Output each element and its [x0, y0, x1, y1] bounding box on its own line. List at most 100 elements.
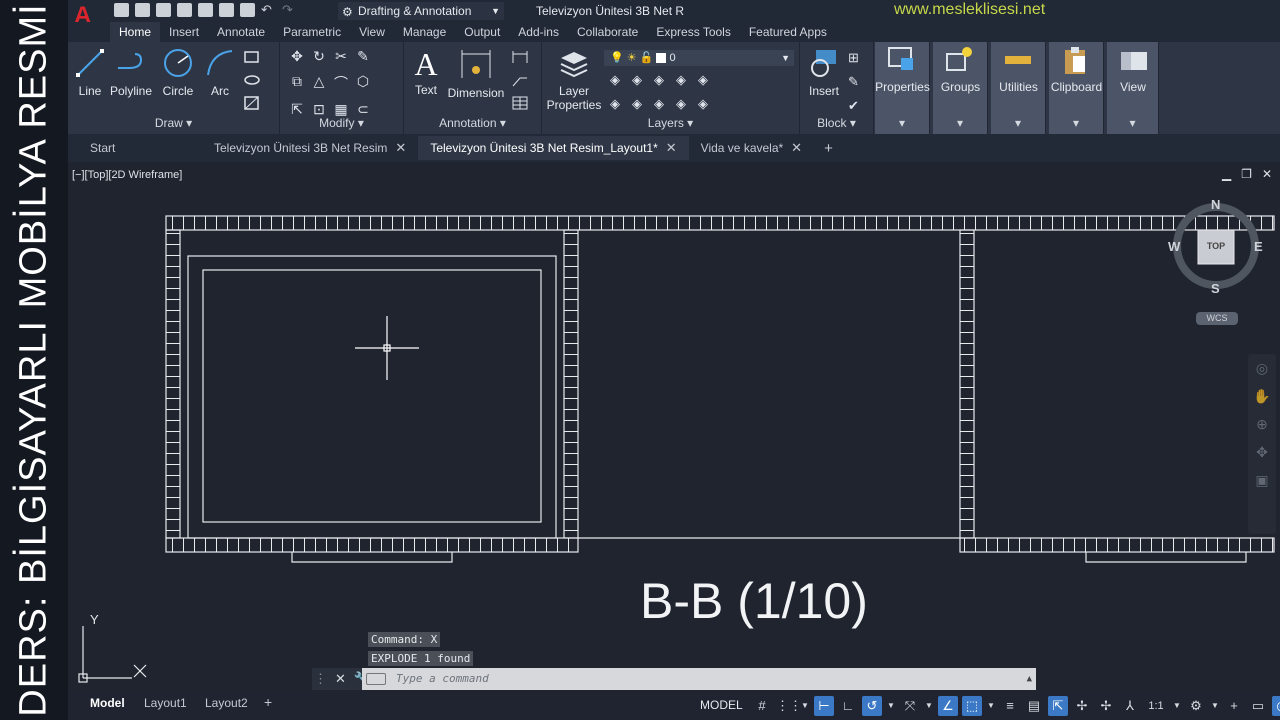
drag-handle-icon[interactable]: ⋮ [314, 671, 327, 687]
open-folder-icon[interactable] [135, 3, 150, 17]
layout-tab-model[interactable]: Model [90, 696, 125, 710]
rotate-icon[interactable]: ↻ [308, 48, 330, 65]
erase-icon[interactable]: ✎ [352, 48, 374, 65]
chevron-up-icon[interactable]: ▲ [1027, 668, 1032, 690]
add-layout-plus-icon[interactable]: + [264, 694, 272, 710]
tab-home[interactable]: Home [110, 22, 161, 42]
layout-tab-layout2[interactable]: Layout2 [205, 696, 248, 710]
save-as-icon[interactable] [177, 3, 192, 17]
chevron-down-icon[interactable]: ▼ [924, 696, 934, 716]
leader-icon[interactable] [512, 73, 528, 87]
tab-add-ins[interactable]: Add-ins [509, 22, 568, 42]
model-space-toggle[interactable]: MODEL [700, 698, 743, 712]
annotation-scale-value[interactable]: 1:1 [1144, 696, 1168, 716]
isolate-objects-icon[interactable]: ◎ [1272, 696, 1280, 716]
utilities-panel[interactable]: Utilities ▾ [991, 42, 1046, 134]
edit-block-icon[interactable]: ✎ [848, 74, 859, 90]
block-attributes-icon[interactable]: ✔ [848, 98, 859, 114]
clipboard-panel[interactable]: Clipboard ▾ [1049, 42, 1104, 134]
viewcube-east[interactable]: E [1254, 239, 1263, 254]
tab-parametric[interactable]: Parametric [274, 22, 350, 42]
layer-current-icon[interactable]: ◈ [698, 96, 720, 112]
tab-annotate[interactable]: Annotate [208, 22, 274, 42]
viewcube-south[interactable]: S [1211, 281, 1220, 296]
rectangle-icon[interactable] [244, 50, 260, 64]
annotation-visibility-icon[interactable]: ✢ [1072, 696, 1092, 716]
navigation-bar[interactable]: ◎ ✋ ⊕ ✥ ▣ [1248, 354, 1276, 534]
chevron-down-icon[interactable]: ▼ [886, 696, 896, 716]
file-tab-televizyon-layout1[interactable]: Televizyon Ünitesi 3B Net Resim_Layout1*… [418, 136, 689, 160]
groups-panel[interactable]: Groups ▾ [933, 42, 988, 134]
hardware-acceleration-icon[interactable]: ▭ [1248, 696, 1268, 716]
print-icon[interactable] [240, 3, 255, 17]
linear-dim-icon[interactable] [512, 50, 528, 64]
file-tab-start[interactable]: Start [78, 136, 202, 160]
explode-icon[interactable]: ⬡ [352, 73, 374, 93]
layer-match-icon[interactable]: ◈ [698, 72, 720, 88]
save-icon[interactable] [156, 3, 171, 17]
open-web-icon[interactable] [198, 3, 213, 17]
selection-cycling-icon[interactable]: ⇱ [1048, 696, 1068, 716]
transparency-icon[interactable]: ▤ [1024, 696, 1044, 716]
fillet-icon[interactable]: ⌒ [330, 73, 352, 93]
chevron-down-icon[interactable]: ▾ [1107, 116, 1158, 130]
new-tab-plus-icon[interactable]: + [814, 140, 843, 157]
object-snap-icon[interactable]: ⬚ [962, 696, 982, 716]
draw-panel-title[interactable]: Draw ▾ [68, 116, 279, 130]
tab-output[interactable]: Output [455, 22, 509, 42]
new-file-icon[interactable] [114, 3, 129, 17]
auto-scale-icon[interactable]: ✢ [1096, 696, 1116, 716]
table-icon[interactable] [512, 96, 528, 110]
close-icon[interactable]: ✕ [666, 136, 677, 160]
view-panel[interactable]: View ▾ [1107, 42, 1159, 134]
viewcube-top-face[interactable]: TOP [1198, 241, 1234, 251]
workspace-select[interactable]: ⚙ Drafting & Annotation ▼ [338, 2, 504, 20]
tab-insert[interactable]: Insert [160, 22, 208, 42]
polar-tracking-icon[interactable]: ↺ [862, 696, 882, 716]
layer-on-icon[interactable]: ◈ [610, 96, 632, 112]
save-web-icon[interactable] [219, 3, 234, 17]
modify-panel-title[interactable]: Modify ▾ [280, 116, 403, 130]
tab-express-tools[interactable]: Express Tools [647, 22, 739, 42]
snap-icon[interactable]: ⋮⋮ [776, 696, 802, 716]
chevron-down-icon[interactable]: ▾ [875, 116, 929, 130]
lineweight-icon[interactable]: ≡ [1000, 696, 1020, 716]
line-button[interactable]: Line [74, 48, 106, 98]
layer-thaw-icon[interactable]: ◈ [654, 96, 676, 112]
copy-icon[interactable]: ⧉ [286, 73, 308, 93]
close-icon[interactable]: ✕ [791, 136, 802, 160]
layer-dropdown[interactable]: 💡 ☀ 🔓 0 ▼ [604, 50, 794, 66]
hatch-icon[interactable] [244, 96, 260, 110]
chevron-down-icon[interactable]: ▾ [991, 116, 1045, 130]
move-icon[interactable]: ✥ [286, 48, 308, 65]
create-block-icon[interactable]: ⊞ [848, 50, 859, 66]
layer-freeze-icon[interactable]: ◈ [654, 72, 676, 88]
tab-collaborate[interactable]: Collaborate [568, 22, 647, 42]
layer-lock-icon[interactable]: ◈ [676, 72, 698, 88]
object-snap-tracking-icon[interactable]: ∠ [938, 696, 958, 716]
gear-icon[interactable]: ⚙ [1186, 696, 1206, 716]
drawing-canvas[interactable]: [−][Top][2D Wireframe] ▁ ❐ ✕ Y N S E W T… [68, 162, 1280, 692]
tab-manage[interactable]: Manage [394, 22, 455, 42]
close-icon[interactable]: ✕ [395, 136, 406, 160]
block-panel-title[interactable]: Block ▾ [800, 116, 873, 130]
annotation-scale-icon[interactable]: ⅄ [1120, 696, 1140, 716]
layer-properties-button[interactable]: Layer Properties [546, 48, 602, 112]
circle-button[interactable]: Circle [158, 48, 198, 98]
text-button[interactable]: A Text [410, 48, 442, 97]
chevron-down-icon[interactable]: ▼ [1172, 696, 1182, 716]
ortho-icon[interactable]: ∟ [838, 696, 858, 716]
plus-icon[interactable]: + [1224, 696, 1244, 716]
polyline-button[interactable]: Polyline [108, 48, 154, 98]
command-input[interactable]: Type a command ▲ [362, 668, 1036, 690]
tab-featured-apps[interactable]: Featured Apps [740, 22, 836, 42]
undo-icon[interactable]: ↶ [261, 3, 276, 17]
tab-view[interactable]: View [350, 22, 394, 42]
properties-panel[interactable]: Properties ▾ [875, 42, 930, 134]
layer-unlock-icon[interactable]: ◈ [676, 96, 698, 112]
isodraft-icon[interactable]: ⤧ [900, 696, 920, 716]
layer-off-icon[interactable]: ◈ [610, 72, 632, 88]
trim-icon[interactable]: ✂ [330, 48, 352, 65]
file-tab-televizyon-resim[interactable]: Televizyon Ünitesi 3B Net Resim ✕ [202, 136, 418, 160]
mirror-icon[interactable]: △ [308, 73, 330, 93]
